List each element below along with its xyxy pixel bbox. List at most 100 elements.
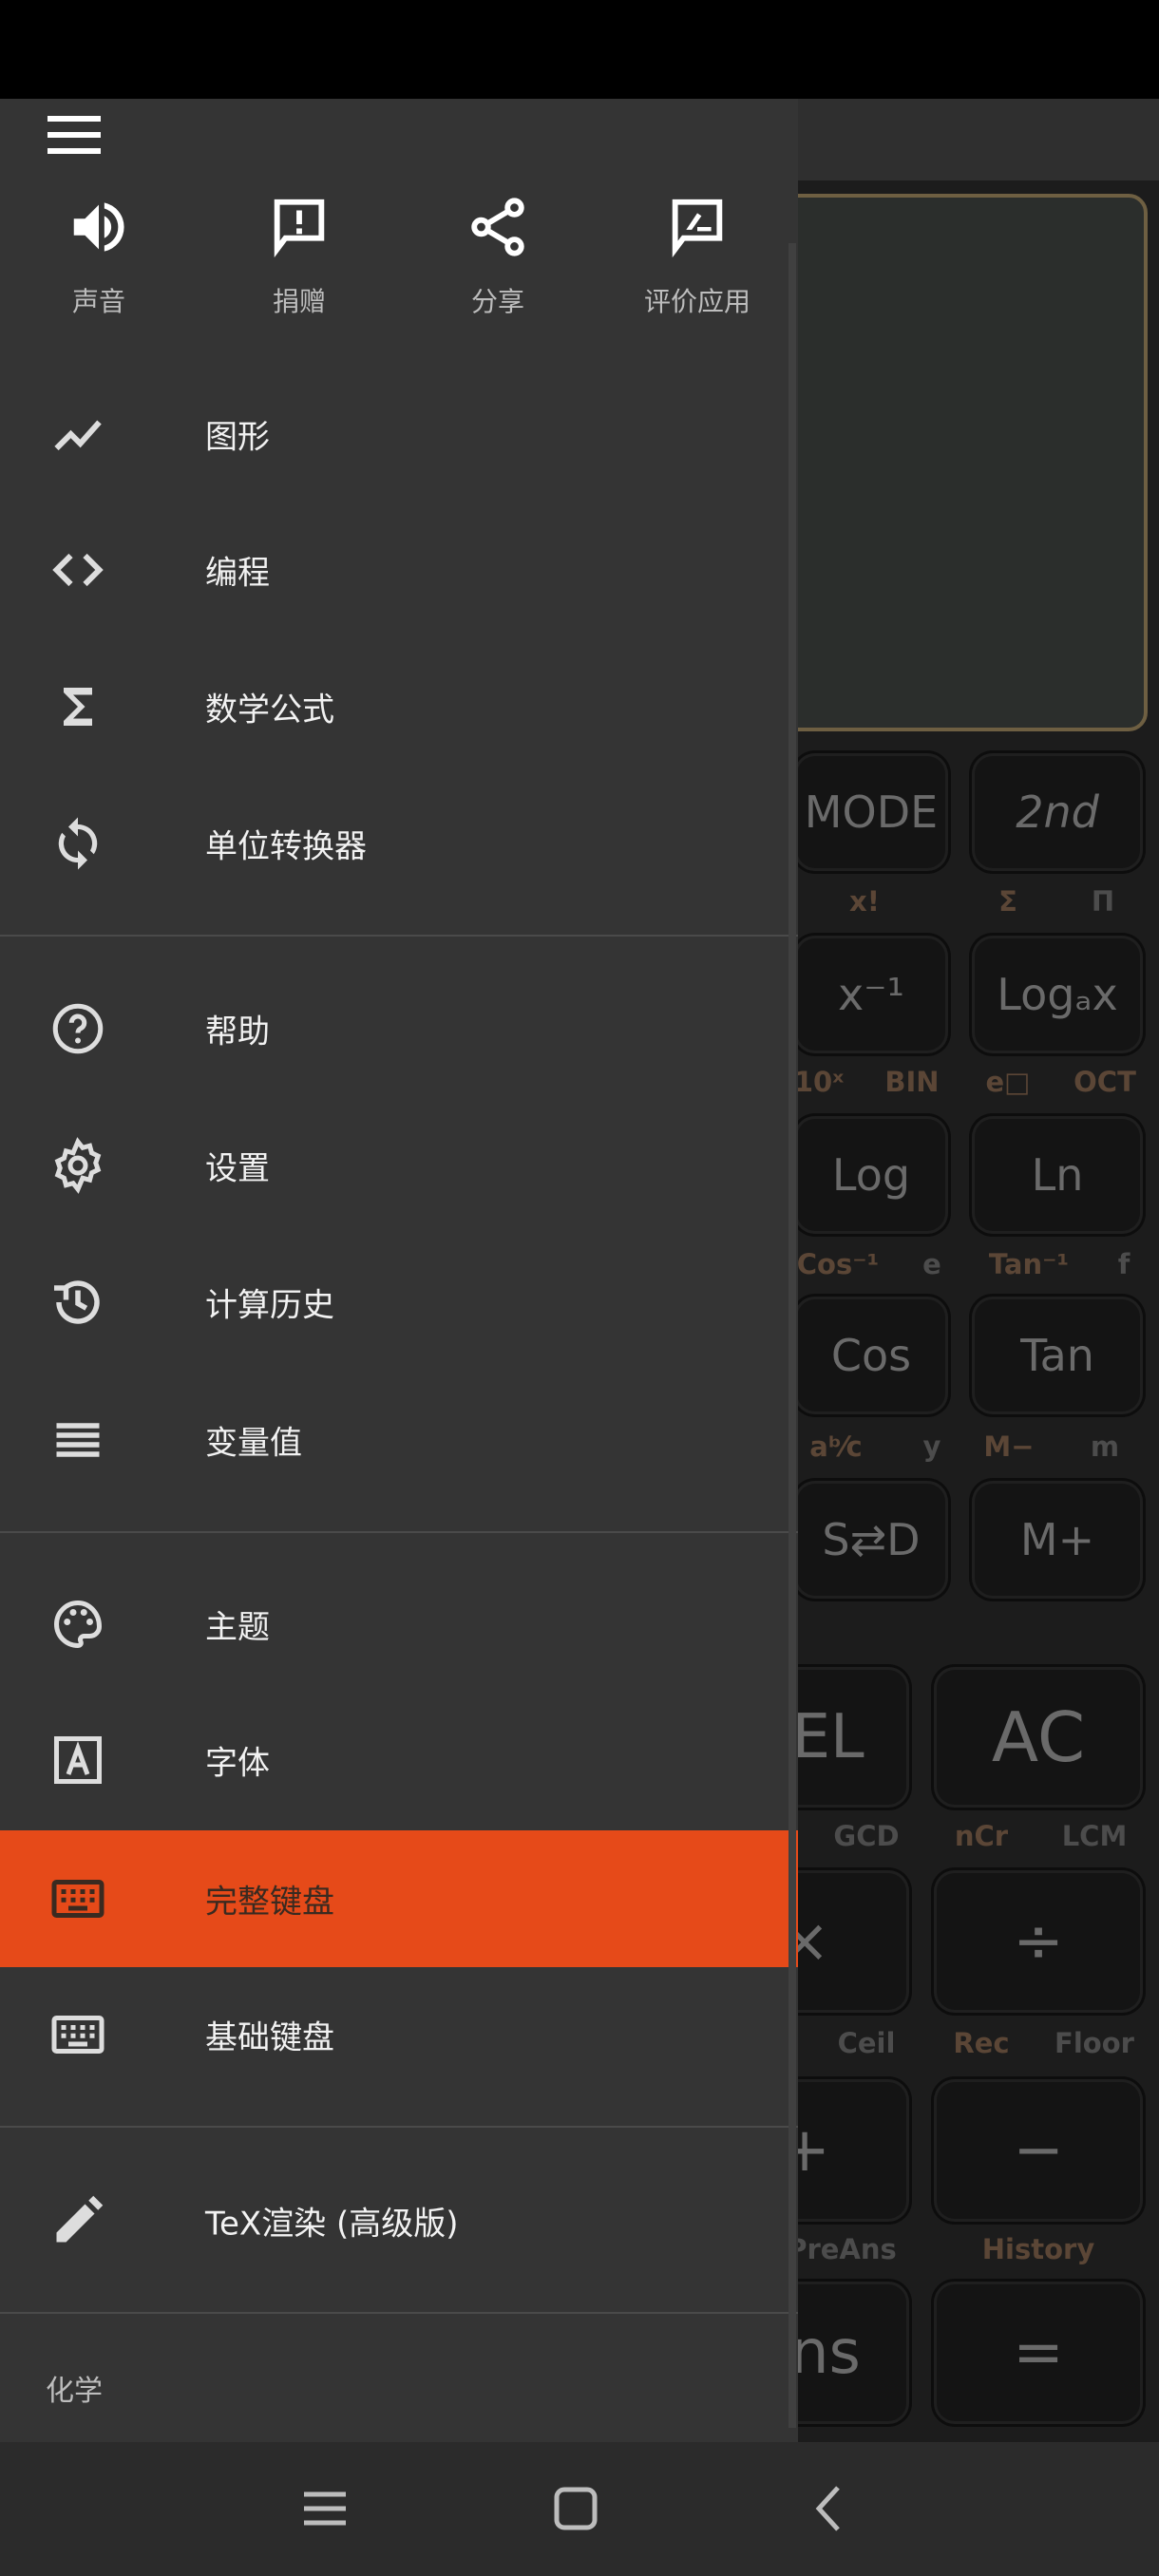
calculator-display — [779, 194, 1148, 731]
calc-key[interactable]: x⁻¹ — [794, 936, 948, 1053]
drawer-item-label: 图形 — [205, 418, 270, 457]
calc-key[interactable]: Log — [794, 1116, 948, 1234]
secondary-function-label: Floor — [1054, 2027, 1134, 2059]
calc-key[interactable]: − — [934, 2079, 1143, 2222]
quick-action-label: 评价应用 — [643, 286, 750, 317]
secondary-function-label: LCM — [1061, 1820, 1128, 1852]
drawer-item[interactable]: 数学公式 — [0, 638, 798, 775]
calc-key[interactable]: Tan — [972, 1297, 1143, 1414]
drawer-item[interactable]: 计算历史 — [0, 1234, 798, 1371]
drawer-item-label: TeX渲染 (高级版) — [205, 2205, 459, 2244]
drawer-item-label: 编程 — [205, 554, 270, 593]
quick-action-sound[interactable]: 声音 — [13, 194, 184, 319]
secondary-function-label: Σ — [998, 885, 1017, 918]
divider — [0, 1531, 798, 1533]
drawer-item[interactable]: TeX渲染 (高级版) — [0, 2152, 798, 2289]
drawer-item[interactable]: 主题 — [0, 1556, 798, 1693]
secondary-function-label: aᵇ⁄c — [809, 1430, 863, 1463]
calc-key[interactable]: S⇄D — [794, 1481, 948, 1599]
drawer-item-label: 计算历史 — [205, 1286, 334, 1325]
calc-key[interactable]: M+ — [972, 1481, 1143, 1599]
quick-action-donate[interactable]: 捐赠 — [214, 194, 385, 319]
pencil-icon — [48, 2192, 108, 2249]
drawer-item[interactable]: 字体 — [0, 1692, 798, 1828]
drawer-item-label: 完整键盘 — [205, 1883, 334, 1922]
section-header-chemistry: 化学 — [46, 2375, 103, 2408]
drawer-item-label: 主题 — [205, 1608, 270, 1647]
calc-key[interactable]: = — [934, 2282, 1143, 2424]
share-icon — [412, 194, 583, 260]
calc-key[interactable]: 2nd — [972, 753, 1143, 871]
secondary-function-label: Tan⁻¹ — [988, 1248, 1070, 1280]
drawer-item-label: 数学公式 — [205, 691, 334, 729]
drawer-item[interactable]: 完整键盘 — [0, 1830, 798, 1967]
quick-action-share[interactable]: 分享 — [412, 194, 583, 319]
drawer-item-label: 基础键盘 — [205, 2018, 334, 2057]
back-icon[interactable] — [802, 2480, 859, 2537]
drawer-item[interactable]: 基础键盘 — [0, 1966, 798, 2103]
secondary-function-label: e — [922, 1248, 941, 1280]
secondary-function-label: BIN — [884, 1066, 940, 1098]
secondary-function-label: Cos⁻¹ — [796, 1248, 880, 1280]
secondary-function-label: 10ˣ — [793, 1066, 845, 1098]
calc-key[interactable]: MODE — [794, 753, 948, 871]
drawer-item-label: 单位转换器 — [205, 827, 367, 866]
secondary-function-label: e□ — [985, 1066, 1031, 1098]
drawer-item[interactable]: 图形 — [0, 366, 798, 502]
drawer-scrollbar[interactable] — [788, 243, 796, 2428]
secondary-function-label: Ceil — [837, 2027, 896, 2059]
secondary-function-label: GCD — [833, 1820, 900, 1852]
rate-review-icon — [612, 194, 783, 260]
drawer-item-label: 字体 — [205, 1744, 270, 1783]
secondary-function-label: f — [1117, 1248, 1130, 1280]
secondary-function-label: m — [1090, 1430, 1120, 1463]
calc-key[interactable]: Cos — [794, 1297, 948, 1414]
secondary-function-label: x! — [849, 885, 880, 918]
drawer-item[interactable]: 编程 — [0, 502, 798, 638]
navigation-drawer: 声音 捐赠 分享 评价应用 图形编程数学公式单位转换器帮助设置计算历史变量值主题… — [0, 99, 798, 2442]
secondary-function-label: nCr — [954, 1820, 1009, 1852]
keyboard-icon — [48, 1870, 108, 1927]
drawer-item[interactable]: 设置 — [0, 1097, 798, 1234]
sigma-icon — [48, 678, 108, 735]
divider — [0, 2312, 798, 2314]
secondary-function-label: M− — [983, 1430, 1035, 1463]
history-icon — [48, 1274, 108, 1331]
menu-icon[interactable] — [48, 116, 101, 154]
sync-icon — [48, 815, 108, 872]
calc-key[interactable]: Ln — [972, 1116, 1143, 1234]
divider — [0, 2126, 798, 2128]
help-icon — [48, 1000, 108, 1057]
drawer-item[interactable]: 单位转换器 — [0, 775, 798, 912]
recent-apps-icon[interactable] — [296, 2480, 353, 2537]
quick-action-label: 分享 — [470, 286, 524, 317]
calc-key[interactable]: AC — [934, 1667, 1143, 1808]
quick-action-label: 捐赠 — [272, 286, 326, 317]
calc-key[interactable]: ÷ — [934, 1870, 1143, 2013]
secondary-function-label: y — [922, 1430, 941, 1463]
code-icon — [48, 541, 108, 598]
keyboard-icon — [48, 2006, 108, 2063]
graph-icon — [48, 406, 108, 463]
drawer-item[interactable]: 帮助 — [0, 960, 798, 1097]
drawer-item[interactable]: 变量值 — [0, 1372, 798, 1508]
secondary-function-label: Rec — [953, 2027, 1010, 2059]
palette-icon — [48, 1596, 108, 1653]
status-bar — [0, 0, 1159, 99]
secondary-function-label: OCT — [1074, 1066, 1136, 1098]
drawer-item-label: 帮助 — [205, 1013, 270, 1051]
secondary-function-label: Π — [1091, 885, 1115, 918]
divider — [0, 935, 798, 937]
list-icon — [48, 1411, 108, 1468]
volume-icon — [13, 194, 184, 260]
drawer-item-label: 变量值 — [205, 1424, 302, 1463]
quick-action-label: 声音 — [71, 286, 125, 317]
secondary-function-label: History — [981, 2233, 1095, 2265]
calc-key[interactable]: Logₐx — [972, 936, 1143, 1053]
gear-icon — [48, 1137, 108, 1194]
font-icon — [48, 1732, 108, 1789]
feedback-icon — [214, 194, 385, 260]
home-icon[interactable] — [547, 2480, 604, 2537]
secondary-function-label: PreAns — [787, 2233, 897, 2265]
quick-action-rate[interactable]: 评价应用 — [612, 194, 783, 319]
